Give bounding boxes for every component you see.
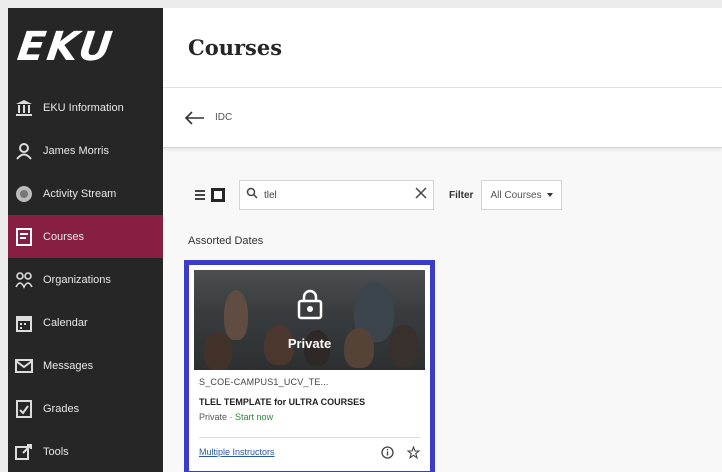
course-status: Private · Start now <box>199 412 420 422</box>
start-now-link[interactable]: Start now <box>235 412 273 422</box>
status-text: Private <box>199 412 228 422</box>
sidebar-item-label: Activity Stream <box>43 187 117 200</box>
messages-icon <box>14 356 34 376</box>
sidebar-item-activity-stream[interactable]: Activity Stream <box>8 172 163 215</box>
sidebar-item-label: Courses <box>43 230 84 243</box>
course-id: S_COE-CAMPUS1_UCV_TE... <box>199 377 329 387</box>
grades-icon <box>14 399 34 419</box>
instructors-link[interactable]: Multiple Instructors <box>199 447 368 457</box>
logo-text: EKU <box>14 24 117 70</box>
course-card-image: Private <box>194 270 425 370</box>
sidebar-item-courses[interactable]: Courses <box>8 215 163 258</box>
organizations-icon <box>14 270 34 290</box>
course-search <box>239 180 434 210</box>
filter-selected-value: All Courses <box>490 189 542 201</box>
sidebar-item-messages[interactable]: Messages <box>8 344 163 387</box>
sidebar-item-label: EKU Information <box>43 101 124 114</box>
filter-dropdown[interactable]: All Courses <box>481 180 562 210</box>
activity-stream-icon <box>14 184 34 204</box>
sidebar-item-tools[interactable]: Tools <box>8 430 163 472</box>
course-card[interactable]: Private S_COE-CAMPUS1_UCV_TE... TLEL TEM… <box>184 260 435 472</box>
status-separator: · <box>229 412 233 422</box>
courses-icon <box>14 227 34 247</box>
sidebar-item-organizations[interactable]: Organizations <box>8 258 163 301</box>
app-window: EKU EKU Information James Morris Activit… <box>8 8 722 472</box>
calendar-icon <box>14 313 34 333</box>
star-icon[interactable] <box>406 445 420 459</box>
page-title: Courses <box>188 35 283 60</box>
lock-icon <box>294 288 326 320</box>
sidebar-item-label: Grades <box>43 402 80 415</box>
sidebar-item-label: Calendar <box>43 316 88 329</box>
course-card-body: S_COE-CAMPUS1_UCV_TE... TLEL TEMPLATE fo… <box>199 377 420 422</box>
card-divider <box>199 437 420 438</box>
course-name[interactable]: TLEL TEMPLATE for ULTRA COURSES <box>199 397 420 407</box>
sidebar-item-label: James Morris <box>43 144 110 157</box>
grid-view-icon[interactable] <box>211 188 225 202</box>
list-view-icon[interactable] <box>193 188 207 202</box>
institution-icon <box>14 98 34 118</box>
sidebar-item-label: Organizations <box>43 273 111 286</box>
section-heading: Assorted Dates <box>188 235 264 247</box>
private-overlay-label: Private <box>287 336 332 351</box>
user-icon <box>14 141 34 161</box>
sidebar-item-label: Tools <box>43 445 69 458</box>
sidebar: EKU EKU Information James Morris Activit… <box>8 8 163 472</box>
chevron-down-icon <box>546 193 553 197</box>
filter-label: Filter <box>449 189 474 201</box>
course-toolbar: Filter All Courses <box>193 180 562 210</box>
sidebar-item-label: Messages <box>43 359 94 372</box>
breadcrumb-item[interactable]: IDC <box>215 112 232 123</box>
sidebar-item-eku-information[interactable]: EKU Information <box>8 86 163 129</box>
search-input[interactable] <box>264 189 415 201</box>
sidebar-item-grades[interactable]: Grades <box>8 387 163 430</box>
sidebar-item-calendar[interactable]: Calendar <box>8 301 163 344</box>
page-header: Courses <box>163 8 722 88</box>
course-card-footer: Multiple Instructors <box>199 445 420 459</box>
eku-logo[interactable]: EKU <box>8 8 163 86</box>
clear-search-icon[interactable] <box>415 186 427 204</box>
main-content: Courses IDC Filt <box>163 8 722 472</box>
info-icon[interactable] <box>380 445 394 459</box>
back-arrow-icon[interactable] <box>185 110 207 126</box>
tools-icon <box>14 442 34 462</box>
sidebar-item-profile[interactable]: James Morris <box>8 129 163 172</box>
search-icon <box>246 186 258 204</box>
breadcrumb: IDC <box>163 88 722 148</box>
